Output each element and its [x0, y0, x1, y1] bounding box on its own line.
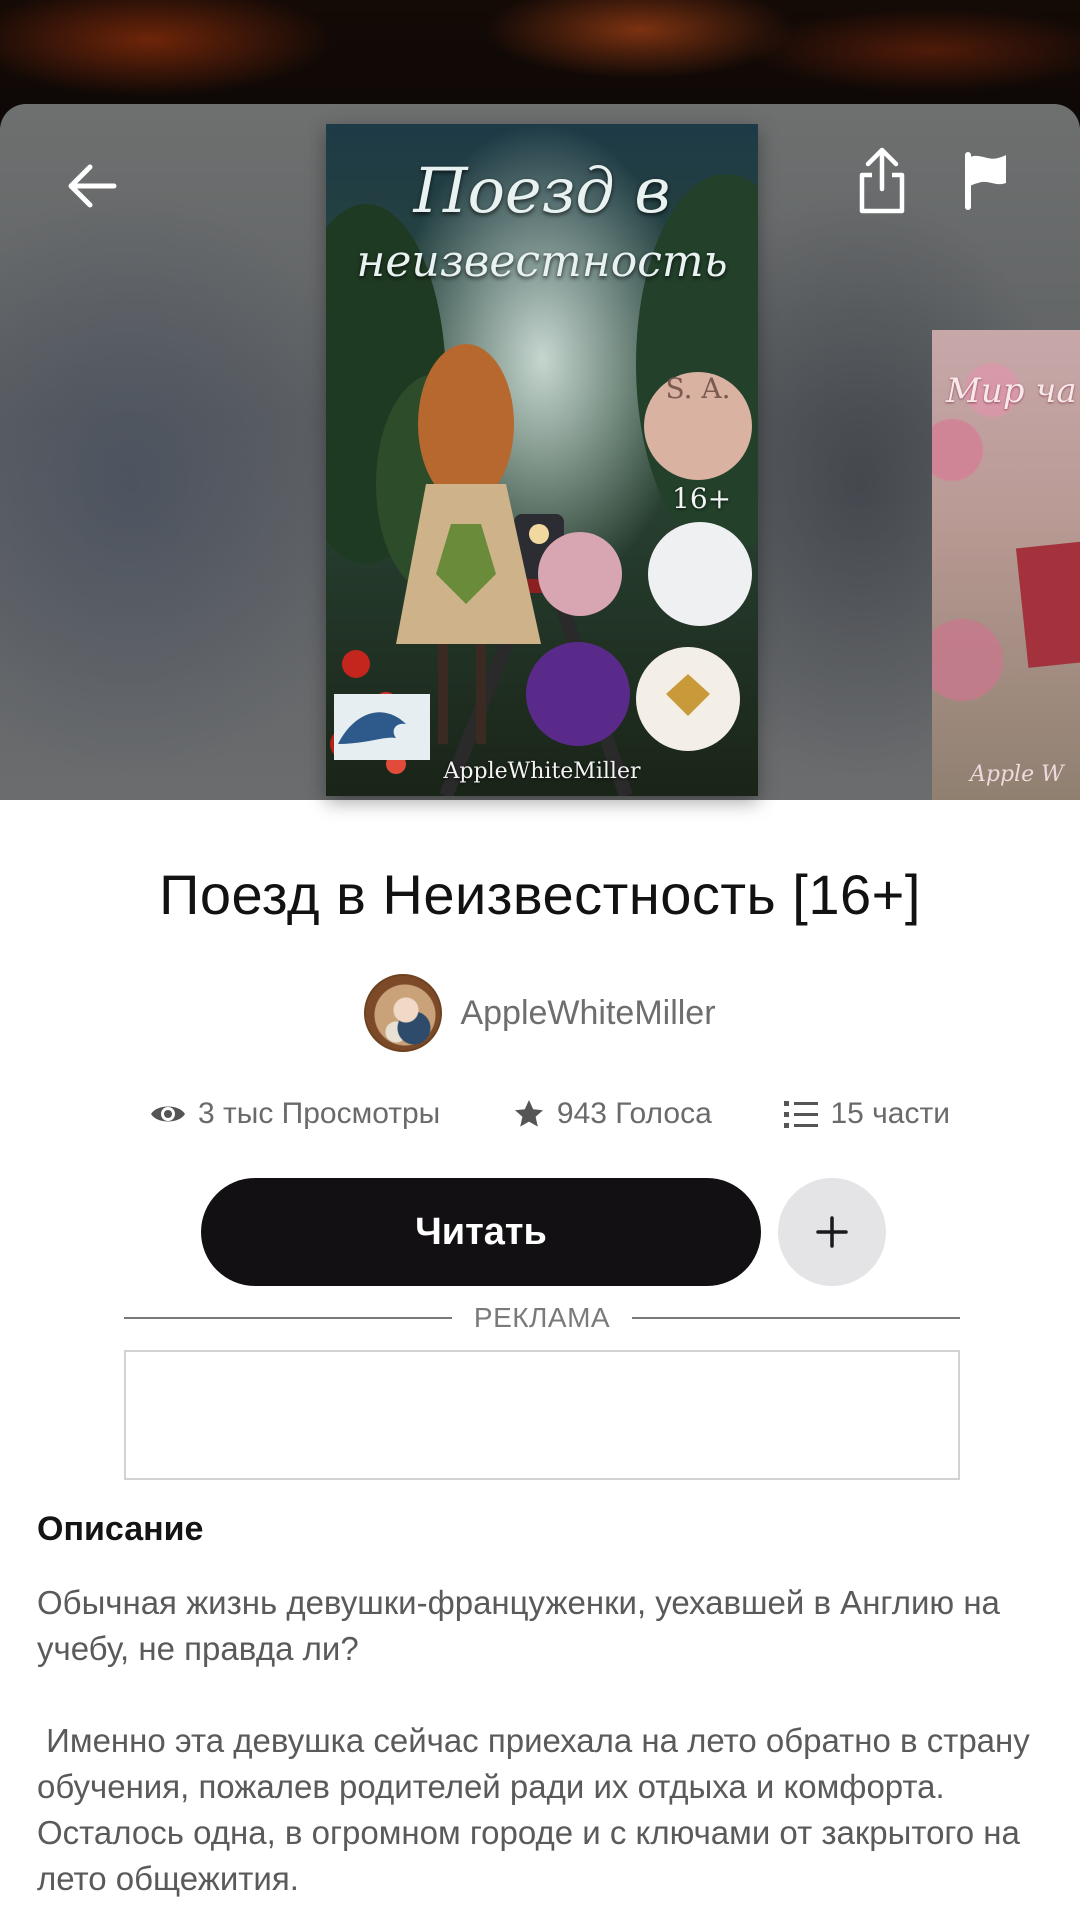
cover-age-rating: 16+ — [672, 482, 732, 515]
description-heading: Описание — [37, 1510, 204, 1548]
add-to-library-button[interactable] — [778, 1178, 886, 1286]
cover-author: AppleWhiteMiller — [443, 759, 641, 784]
arrow-left-icon — [68, 164, 117, 208]
next-cover-title: Мир ча карт — [946, 371, 1080, 411]
next-cover-author: Apple W — [970, 762, 1064, 787]
votes-stat: 943 Голоса — [513, 1097, 712, 1131]
list-icon — [784, 1101, 819, 1128]
ad-banner[interactable] — [124, 1350, 960, 1480]
share-icon — [859, 147, 905, 214]
ad-label: РЕКЛАМА — [473, 1302, 611, 1333]
flag-icon — [965, 152, 1006, 210]
plus-icon — [816, 1216, 848, 1248]
star-icon — [514, 1100, 543, 1127]
description-text: Обычная жизнь девушки-француженки, уехав… — [37, 1580, 1047, 1920]
author-link[interactable]: AppleWhiteMiller — [0, 974, 1080, 1052]
votes-count: 943 Голоса — [556, 1097, 712, 1130]
parts-count[interactable]: 15 части — [830, 1097, 950, 1131]
views-count: 3 тыс Просмотры — [198, 1097, 441, 1130]
story-stats: 3 тыс Просмотры 943 Голоса 15 части — [150, 1088, 950, 1140]
report-button[interactable] — [944, 139, 1028, 223]
divider-line — [632, 1317, 960, 1319]
author-name[interactable]: AppleWhiteMiller — [460, 994, 715, 1033]
cover-book-illustration — [1015, 540, 1080, 668]
read-button[interactable]: Читать — [201, 1178, 761, 1286]
cover-badge-text: S. A. — [665, 372, 731, 405]
story-cover[interactable]: Поезд в неизвестность S. A. 16+ AppleWhi… — [326, 124, 758, 796]
avatar[interactable] — [364, 974, 443, 1052]
divider-line — [124, 1317, 452, 1319]
cover-title-line2: неизвестность — [356, 236, 728, 287]
parts-stat[interactable]: 15 части — [784, 1097, 950, 1131]
back-button[interactable] — [50, 144, 134, 228]
ad-divider: РЕКЛАМА — [124, 1300, 960, 1336]
next-story-cover[interactable]: Мир ча карт Apple W — [932, 330, 1080, 800]
share-button[interactable] — [840, 139, 924, 223]
views-stat: 3 тыс Просмотры — [150, 1097, 440, 1131]
story-title: Поезд в Неизвестность [16+] — [159, 863, 921, 926]
description-paragraph: Обычная жизнь девушки-француженки, уехав… — [37, 1584, 1000, 1667]
eye-icon — [151, 1106, 185, 1122]
description-paragraph: Именно эта девушка сейчас приехала на ле… — [37, 1722, 1039, 1897]
cover-title-line1: Поезд в — [413, 154, 671, 227]
